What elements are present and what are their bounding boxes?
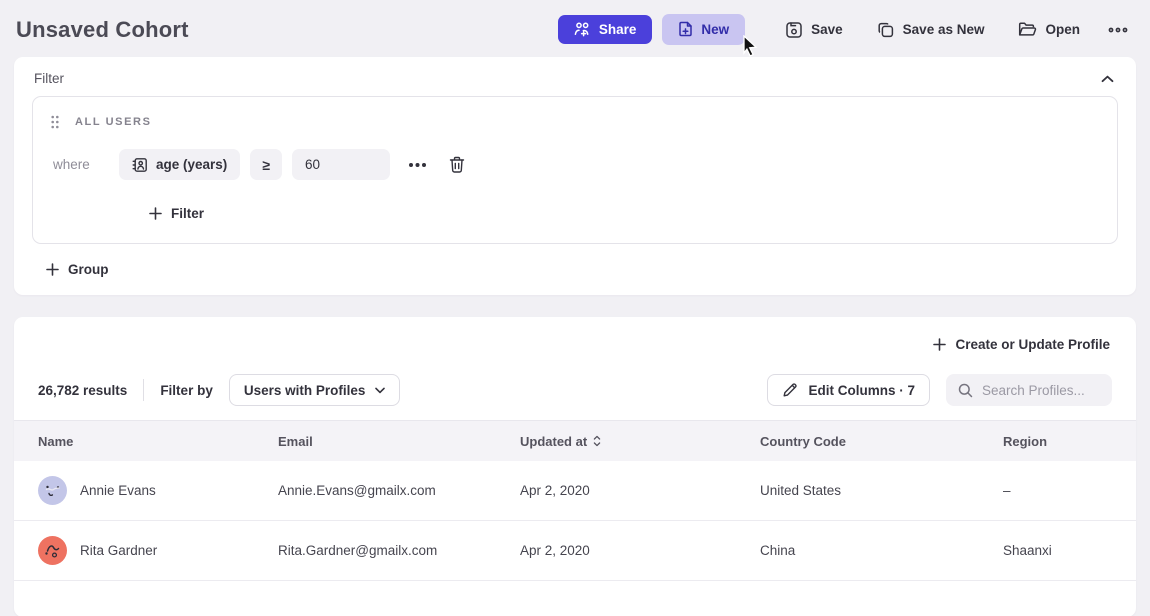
property-selector[interactable]: age (years) bbox=[119, 149, 240, 180]
profile-email: Rita.Gardner@gmailx.com bbox=[254, 543, 496, 558]
plus-icon bbox=[933, 338, 946, 351]
divider bbox=[143, 379, 144, 401]
profile-name: Rita Gardner bbox=[80, 543, 157, 558]
chevron-up-icon bbox=[1101, 75, 1114, 83]
delete-clause-button[interactable] bbox=[445, 152, 469, 178]
search-icon bbox=[958, 383, 973, 398]
column-header-country-code[interactable]: Country Code bbox=[736, 434, 979, 449]
collapse-filter-button[interactable] bbox=[1099, 73, 1116, 85]
table-row[interactable]: Rita Gardner Rita.Gardner@gmailx.com Apr… bbox=[14, 521, 1136, 581]
profiles-table: Name Email Updated at Country Code Regio… bbox=[14, 420, 1136, 581]
plus-icon bbox=[46, 263, 59, 276]
profile-email: Annie.Evans@gmailx.com bbox=[254, 483, 496, 498]
file-plus-icon bbox=[678, 21, 693, 38]
save-icon bbox=[785, 21, 803, 39]
group-scope-label: ALL USERS bbox=[75, 116, 152, 128]
column-header-region[interactable]: Region bbox=[979, 434, 1136, 449]
where-label: where bbox=[53, 157, 105, 172]
app-header: Unsaved Cohort Share New bbox=[0, 0, 1150, 57]
folder-open-icon bbox=[1018, 21, 1037, 38]
avatar bbox=[38, 476, 67, 505]
profile-country-code: China bbox=[736, 543, 979, 558]
profile-region: Shaanxi bbox=[979, 543, 1136, 558]
trash-icon bbox=[449, 156, 465, 174]
results-count: 26,782 results bbox=[38, 383, 127, 398]
column-header-updated-at[interactable]: Updated at bbox=[496, 434, 736, 449]
search-profiles-input[interactable] bbox=[982, 383, 1102, 398]
header-toolbar: Share New Save bbox=[558, 14, 1132, 45]
table-header-row: Name Email Updated at Country Code Regio… bbox=[14, 421, 1136, 461]
results-panel: Create or Update Profile 26,782 results … bbox=[14, 317, 1136, 616]
results-toolbar: 26,782 results Filter by Users with Prof… bbox=[14, 360, 1136, 420]
profile-updated-at: Apr 2, 2020 bbox=[496, 543, 736, 558]
column-header-email[interactable]: Email bbox=[254, 434, 496, 449]
more-options-button[interactable] bbox=[1104, 21, 1132, 39]
save-as-new-button[interactable]: Save as New bbox=[869, 15, 993, 45]
profiles-filter-dropdown[interactable]: Users with Profiles bbox=[229, 374, 401, 406]
filter-panel-title: Filter bbox=[34, 71, 64, 86]
drag-handle-icon[interactable] bbox=[51, 115, 59, 129]
operator-selector[interactable]: ≥ bbox=[250, 149, 282, 180]
search-profiles-box[interactable] bbox=[946, 374, 1112, 406]
plus-icon bbox=[149, 207, 162, 220]
filter-panel: Filter ALL USERS where bbox=[14, 57, 1136, 295]
save-button[interactable]: Save bbox=[777, 15, 851, 45]
filter-value-input[interactable] bbox=[292, 149, 390, 180]
avatar bbox=[38, 536, 67, 565]
clause-more-button[interactable] bbox=[404, 158, 431, 172]
profile-updated-at: Apr 2, 2020 bbox=[496, 483, 736, 498]
edit-columns-button[interactable]: Edit Columns · 7 bbox=[767, 374, 930, 406]
page-title: Unsaved Cohort bbox=[16, 17, 189, 43]
profile-region: – bbox=[979, 483, 1136, 498]
sort-icon[interactable] bbox=[593, 435, 601, 447]
ellipsis-icon bbox=[1108, 27, 1128, 33]
new-button[interactable]: New bbox=[662, 14, 745, 45]
profile-country-code: United States bbox=[736, 483, 979, 498]
column-header-name[interactable]: Name bbox=[14, 434, 254, 449]
filter-group: ALL USERS where age (years) ≥ bbox=[32, 96, 1118, 244]
filter-clause-row: where age (years) ≥ bbox=[49, 149, 1101, 180]
ellipsis-icon bbox=[408, 162, 427, 168]
pencil-icon bbox=[782, 382, 798, 398]
contact-card-icon bbox=[132, 157, 148, 173]
copy-icon bbox=[877, 21, 895, 39]
table-row[interactable]: Annie Evans Annie.Evans@gmailx.com Apr 2… bbox=[14, 461, 1136, 521]
profile-name: Annie Evans bbox=[80, 483, 156, 498]
open-button[interactable]: Open bbox=[1010, 15, 1088, 44]
add-group-button[interactable]: Group bbox=[42, 258, 113, 281]
share-button[interactable]: Share bbox=[558, 15, 653, 44]
create-or-update-profile-button[interactable]: Create or Update Profile bbox=[929, 333, 1114, 356]
filter-by-label: Filter by bbox=[160, 383, 213, 398]
share-users-icon bbox=[574, 22, 591, 37]
chevron-down-icon bbox=[375, 387, 385, 394]
add-filter-button[interactable]: Filter bbox=[145, 202, 208, 225]
